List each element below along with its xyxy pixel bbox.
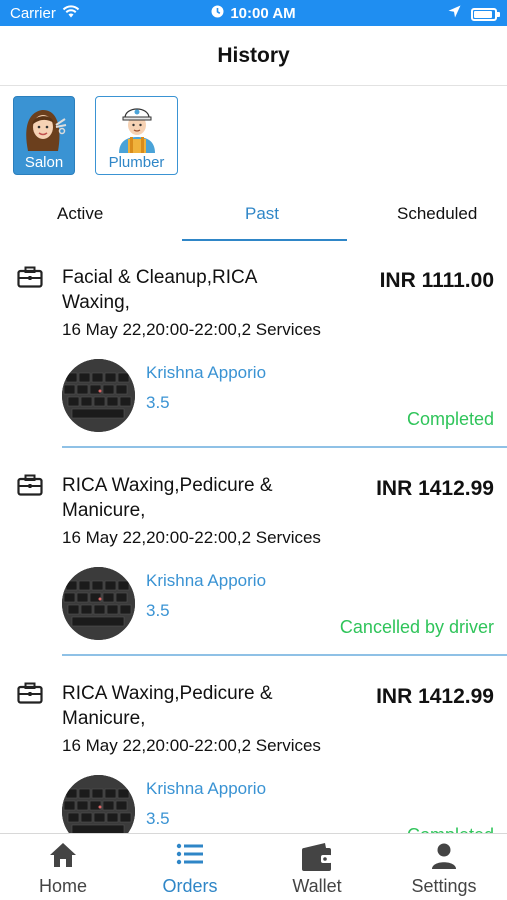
order-card[interactable]: RICA Waxing,Pedicure & Manicure, INR 141… — [0, 666, 507, 833]
status-time: 10:00 AM — [0, 5, 507, 22]
list-icon — [176, 842, 204, 871]
order-divider — [62, 446, 507, 448]
driver-avatar — [62, 567, 135, 640]
order-status: Cancelled by driver — [339, 617, 494, 637]
order-datetime: 16 May 22,20:00-22:00,2 Services — [62, 736, 321, 755]
history-tabs: Active Past Scheduled — [0, 196, 507, 242]
driver-avatar — [62, 775, 135, 833]
tab-active[interactable]: Active — [57, 204, 103, 224]
order-datetime: 16 May 22,20:00-22:00,2 Services — [62, 528, 321, 547]
page-title: History — [217, 43, 290, 67]
order-price: INR 1111.00 — [379, 269, 494, 292]
driver-name: Krishna Apporio — [146, 363, 267, 382]
order-price: INR 1412.99 — [376, 685, 494, 708]
nav-home[interactable]: Home — [0, 834, 126, 900]
plumber-worker-icon — [118, 108, 155, 153]
status-bar: Carrier 10:00 AM — [0, 0, 507, 26]
order-divider — [62, 654, 507, 656]
wallet-icon — [301, 842, 333, 877]
tab-selected-indicator — [182, 239, 347, 241]
order-status: Completed — [407, 825, 494, 833]
briefcase-icon — [17, 474, 43, 501]
time-label: 10:00 AM — [230, 5, 296, 22]
alarm-icon — [211, 5, 224, 22]
order-list: Facial & Cleanup,RICA Waxing, INR 1111.0… — [0, 250, 507, 833]
nav-header: History — [0, 26, 507, 86]
order-card[interactable]: RICA Waxing,Pedicure & Manicure, INR 141… — [0, 458, 507, 666]
nav-wallet-label: Wallet — [292, 876, 342, 896]
driver-rating: 3.5 — [146, 809, 170, 828]
salon-woman-icon — [26, 109, 67, 151]
location-arrow-icon — [448, 5, 461, 23]
nav-orders[interactable]: Orders — [127, 834, 253, 900]
briefcase-icon — [17, 682, 43, 709]
nav-orders-label: Orders — [162, 876, 218, 896]
order-services: RICA Waxing,Pedicure & Manicure, — [62, 475, 273, 521]
order-datetime: 16 May 22,20:00-22:00,2 Services — [62, 320, 321, 339]
driver-rating: 3.5 — [146, 601, 170, 620]
driver-avatar — [62, 359, 135, 432]
order-services: RICA Waxing,Pedicure & Manicure, — [62, 683, 273, 729]
bottom-tab-bar: Home Orders Wallet Settings — [0, 833, 507, 900]
nav-settings[interactable]: Settings — [381, 834, 507, 900]
category-salon[interactable]: Salon — [13, 96, 75, 175]
order-status: Completed — [406, 409, 494, 429]
battery-icon — [471, 7, 500, 21]
order-card[interactable]: Facial & Cleanup,RICA Waxing, INR 1111.0… — [0, 250, 507, 458]
driver-name: Krishna Apporio — [146, 779, 267, 798]
nav-wallet[interactable]: Wallet — [254, 834, 380, 900]
person-icon — [431, 842, 457, 875]
nav-home-label: Home — [38, 876, 87, 896]
order-services: Facial & Cleanup,RICA Waxing, — [62, 267, 257, 313]
category-salon-label: Salon — [24, 154, 64, 171]
category-plumber-label: Plumber — [108, 154, 165, 171]
order-price: INR 1412.99 — [376, 477, 494, 500]
driver-rating: 3.5 — [146, 393, 170, 412]
category-plumber[interactable]: Plumber — [95, 96, 178, 175]
nav-settings-label: Settings — [411, 876, 477, 896]
briefcase-icon — [17, 266, 43, 293]
driver-name: Krishna Apporio — [146, 571, 267, 590]
tab-past[interactable]: Past — [245, 204, 279, 224]
tab-scheduled[interactable]: Scheduled — [397, 204, 477, 224]
home-icon — [49, 842, 77, 873]
status-right — [448, 5, 500, 23]
category-selector: Salon Plumber — [13, 96, 178, 175]
battery-fill — [474, 10, 492, 18]
